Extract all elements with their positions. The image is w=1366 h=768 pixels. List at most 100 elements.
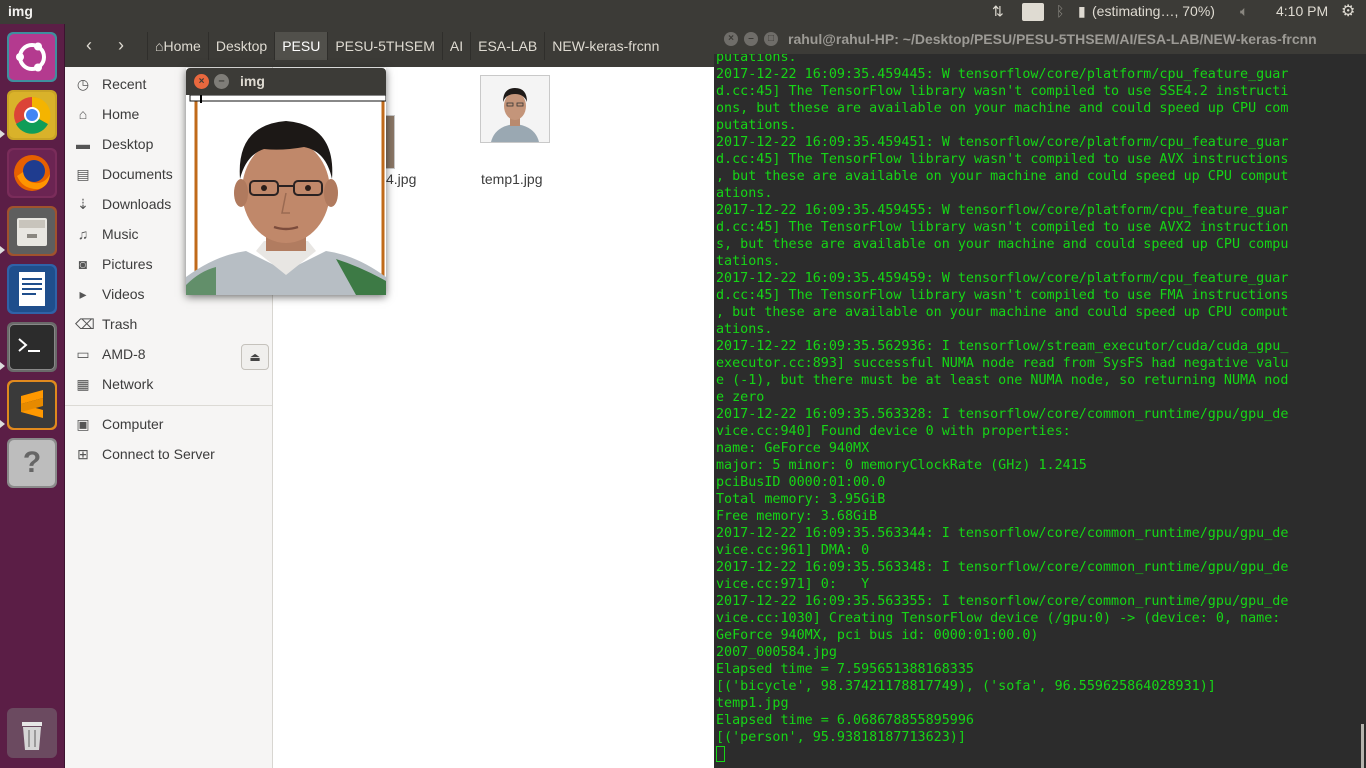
back-button[interactable]: ‹ [75, 32, 103, 60]
person-photo-thumbnail [481, 76, 549, 142]
maximize-button[interactable]: □ [764, 32, 778, 46]
terminal-prompt-line[interactable] [716, 746, 1354, 764]
sublime-launcher[interactable] [7, 380, 57, 430]
ubuntu-logo-icon [9, 34, 55, 80]
terminal-text: putations. 2017-12-22 16:09:35.459445: W … [716, 54, 1354, 764]
firefox-icon [9, 150, 55, 196]
camera-icon: ◙ [78, 256, 88, 272]
terminal-line: ations. [716, 322, 773, 337]
crumb-esa-lab[interactable]: ESA-LAB [470, 32, 544, 60]
terminal-line: 2017-12-22 16:09:35.459459: W tensorflow… [716, 271, 1289, 286]
firefox-launcher[interactable] [7, 148, 57, 198]
server-icon: ⊞ [77, 446, 89, 462]
terminal-line: major: 5 minor: 0 memoryClockRate (GHz) … [716, 458, 1087, 473]
battery-status-text[interactable]: (estimating…, 70%) [1092, 3, 1215, 19]
terminal-line: 2017-12-22 16:09:35.459445: W tensorflow… [716, 67, 1289, 82]
terminal-line: GeForce 940MX, pci bus id: 0000:01:00.0) [716, 628, 1039, 643]
sublime-text-icon [9, 382, 55, 428]
clock-icon: ◷ [76, 76, 90, 92]
launcher: ? [0, 24, 65, 768]
sidebar-item-connect-to-server[interactable]: ⊞ Connect to Server [65, 440, 272, 470]
file-manager-toolbar: ‹ › ⌂Home Desktop PESU PESU-5THSEM AI ES… [65, 24, 714, 67]
crumb-new-keras-frcnn[interactable]: NEW-keras-frcnn [544, 32, 666, 60]
terminal-line: temp1.jpg [716, 696, 789, 711]
chrome-launcher[interactable] [7, 90, 57, 140]
minimize-icon: – [748, 33, 754, 44]
terminal-line: 2017-12-22 16:09:35.459455: W tensorflow… [716, 203, 1289, 218]
sidebar-divider [65, 405, 272, 406]
forward-button[interactable]: › [107, 32, 135, 60]
minimize-button[interactable]: – [744, 32, 758, 46]
files-launcher[interactable] [7, 206, 57, 256]
terminal-line: tations. [716, 254, 781, 269]
network-updown-icon[interactable]: ⇅ [992, 3, 1004, 20]
terminal-line: 2017-12-22 16:09:35.563355: I tensorflow… [716, 594, 1289, 609]
terminal-line: putations. [716, 54, 797, 65]
terminal-line: e zero [716, 390, 765, 405]
minimize-button[interactable]: – [214, 74, 229, 89]
chrome-icon [9, 92, 55, 138]
terminal-line: ations. [716, 186, 773, 201]
file-name[interactable]: 4.jpg [386, 171, 416, 187]
terminal-line: name: GeForce 940MX [716, 441, 870, 456]
terminal-line: [('bicycle', 98.37421178817749), ('sofa'… [716, 679, 1216, 694]
file-thumbnail[interactable] [480, 75, 550, 143]
help-icon: ? [9, 440, 55, 486]
cursor [716, 746, 725, 762]
crumb-desktop[interactable]: Desktop [207, 32, 274, 60]
breadcrumb: ⌂Home Desktop PESU PESU-5THSEM AI ESA-LA… [147, 32, 666, 60]
crumb-pesu[interactable]: PESU [274, 32, 328, 60]
sidebar-item-network[interactable]: ▦ Network [65, 370, 272, 400]
terminal-line: [('person', 95.93818187713623)] [716, 730, 966, 745]
terminal-line: , but these are available on your machin… [716, 305, 1289, 320]
sidebar-item-computer[interactable]: ▣ Computer [65, 410, 272, 440]
terminal-output[interactable]: putations. 2017-12-22 16:09:35.459445: W … [714, 54, 1354, 768]
crumb-pesu-5thsem[interactable]: PESU-5THSEM [327, 32, 442, 60]
terminal-icon [9, 324, 55, 370]
close-button[interactable]: × [724, 32, 738, 46]
folder-icon: ▬ [76, 136, 90, 152]
writer-icon [9, 266, 55, 312]
keyboard-layout-indicator[interactable]: En [1022, 3, 1044, 21]
running-indicator [0, 420, 5, 428]
running-indicator [0, 246, 5, 254]
file-name[interactable]: temp1.jpg [481, 171, 542, 187]
close-icon: × [198, 76, 205, 87]
clock[interactable]: 4:10 PM [1276, 3, 1328, 19]
terminal-scrollbar[interactable] [1361, 724, 1364, 768]
eject-button[interactable]: ⏏ [241, 344, 269, 370]
crumb-ai[interactable]: AI [441, 32, 470, 60]
help-launcher[interactable]: ? [7, 438, 57, 488]
download-icon: ⇣ [77, 196, 89, 212]
bluetooth-icon[interactable]: ᛒ [1056, 3, 1064, 19]
volume-muted-icon[interactable]: 🔈︎ [1240, 3, 1248, 20]
close-icon: × [728, 33, 734, 44]
trash-launcher[interactable] [7, 708, 57, 758]
network-icon: ▦ [76, 376, 90, 392]
terminal-line: vice.cc:971] 0: Y [716, 577, 870, 592]
image-window-titlebar[interactable]: × – img [186, 68, 386, 95]
terminal-line: 2017-12-22 16:09:35.459451: W tensorflow… [716, 135, 1289, 150]
minimize-icon: – [218, 75, 225, 87]
terminal-titlebar[interactable]: × – □ rahul@rahul-HP: ~/Desktop/PESU/PES… [714, 24, 1366, 54]
close-button[interactable]: × [194, 74, 209, 89]
chevron-left-icon: ‹ [86, 35, 92, 55]
top-panel: img ⇅ En ᛒ ▮ (estimating…, 70%) 🔈︎ 4:10 … [0, 0, 1366, 24]
system-gear-icon[interactable]: ⚙ [1341, 1, 1355, 21]
drive-icon: ▭ [76, 346, 90, 362]
window-title: img [240, 73, 265, 89]
terminal-line: 2017-12-22 16:09:35.563328: I tensorflow… [716, 407, 1289, 422]
terminal-line: Free memory: 3.68GiB [716, 509, 878, 524]
terminal-line: d.cc:45] The TensorFlow library wasn't c… [716, 84, 1289, 99]
crumb-home[interactable]: ⌂Home [147, 32, 208, 60]
ubuntu-dash-button[interactable] [7, 32, 57, 82]
battery-icon[interactable]: ▮ [1078, 3, 1086, 20]
terminal-line: vice.cc:940] Found device 0 with propert… [716, 424, 1071, 439]
terminal-line: Total memory: 3.95GiB [716, 492, 886, 507]
running-indicator [0, 130, 5, 138]
eject-icon: ⏏ [249, 350, 261, 364]
sidebar-item-trash[interactable]: ⌫ Trash [65, 310, 272, 340]
terminal-launcher[interactable] [7, 322, 57, 372]
writer-launcher[interactable] [7, 264, 57, 314]
running-indicator [0, 362, 5, 370]
